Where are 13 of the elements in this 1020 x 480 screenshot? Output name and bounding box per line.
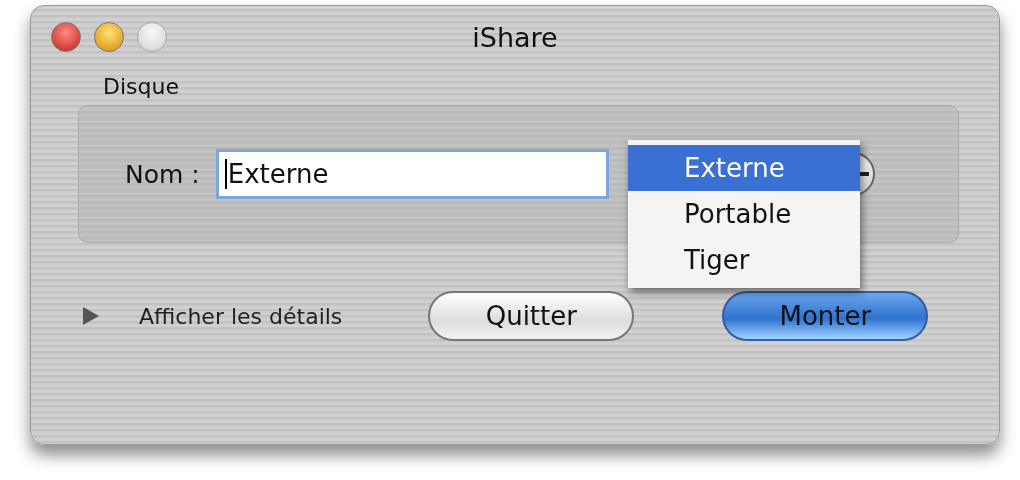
menu-item[interactable]: Portable [628, 191, 860, 237]
close-button[interactable] [51, 22, 81, 52]
field-label: Nom : [125, 159, 200, 189]
name-field[interactable]: Externe [215, 149, 609, 199]
details-label: Afficher les détails [139, 303, 343, 329]
push-button[interactable]: Quitter [428, 291, 635, 341]
menu-item[interactable]: Externe [628, 145, 860, 191]
group-title: Disque [103, 74, 179, 99]
window-title: iShare [471, 21, 559, 53]
push-button[interactable]: Monter [722, 291, 929, 341]
menu-item[interactable]: Tiger [628, 237, 860, 283]
disclosure-triangle-icon[interactable] [81, 306, 101, 326]
minimize-button[interactable] [94, 22, 124, 52]
